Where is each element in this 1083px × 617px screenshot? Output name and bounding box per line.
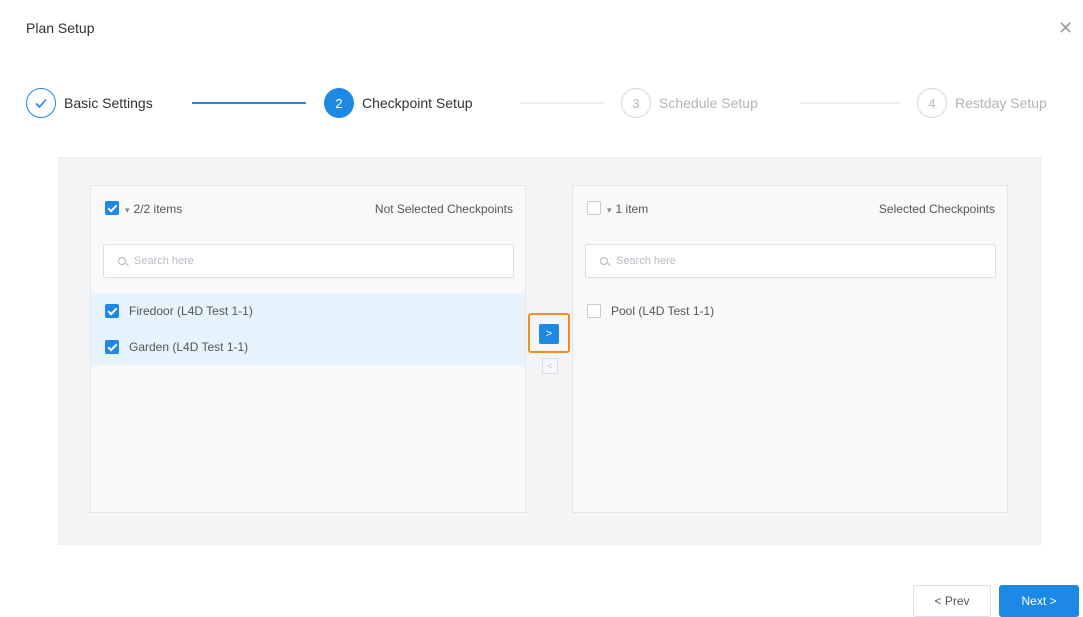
item-label: Pool (L4D Test 1-1) [611,304,715,318]
step-label: Schedule Setup [659,95,758,111]
item-checkbox[interactable] [105,304,119,318]
list-item[interactable]: Pool (L4D Test 1-1) [573,293,1007,329]
move-right-button[interactable]: > [539,324,559,344]
step-restday-setup: 4 Restday Setup [917,88,1047,118]
search-icon [118,257,126,265]
step-number: 2 [324,88,354,118]
close-icon[interactable]: ✕ [1058,19,1073,37]
select-all-checkbox[interactable] [105,201,119,215]
item-label: Garden (L4D Test 1-1) [129,340,249,354]
step-label: Restday Setup [955,95,1047,111]
selected-panel: ▾1 item Selected Checkpoints Pool (L4D T… [572,185,1008,513]
not-selected-panel: ▾2/2 items Not Selected Checkpoints Fire… [90,185,526,513]
item-count[interactable]: ▾ 2/2 items [125,202,182,216]
item-checkbox[interactable] [587,304,601,318]
select-all-checkbox[interactable] [587,201,601,215]
step-connector [800,102,900,104]
item-count-text: 1 item [615,202,649,216]
step-connector [520,102,604,104]
panel-title: Not Selected Checkpoints [374,202,513,216]
search-input[interactable] [614,254,978,268]
chevron-down-icon: ▾ [125,205,130,215]
step-number: 3 [621,88,651,118]
step-label: Checkpoint Setup [362,95,473,111]
search-input[interactable] [132,254,496,268]
search-field[interactable] [103,244,514,278]
check-icon [26,88,56,118]
item-count[interactable]: ▾ 1 item [607,202,648,216]
list-item[interactable]: Firedoor (L4D Test 1-1) [91,293,525,329]
panel-title: Selected Checkpoints [878,202,995,216]
panel-header: ▾ 1 item Selected Checkpoints [573,186,1007,230]
step-checkpoint-setup: 2 Checkpoint Setup [324,88,473,118]
list-item[interactable]: Garden (L4D Test 1-1) [91,329,525,365]
dialog-title: Plan Setup [26,20,95,36]
panel-header: ▾ 2/2 items Not Selected Checkpoints [91,186,525,230]
step-label: Basic Settings [64,95,153,111]
item-label: Firedoor (L4D Test 1-1) [129,304,253,318]
step-connector [192,102,306,104]
item-checkbox[interactable] [105,340,119,354]
step-schedule-setup: 3 Schedule Setup [621,88,758,118]
chevron-down-icon: ▾ [607,205,612,215]
search-icon [600,257,608,265]
move-left-button[interactable]: < [542,358,558,374]
step-basic-settings: Basic Settings [26,88,153,118]
next-button[interactable]: Next > [999,585,1079,617]
step-number: 4 [917,88,947,118]
item-count-text: 2/2 items [133,202,183,216]
search-field[interactable] [585,244,996,278]
prev-button[interactable]: < Prev [913,585,991,617]
